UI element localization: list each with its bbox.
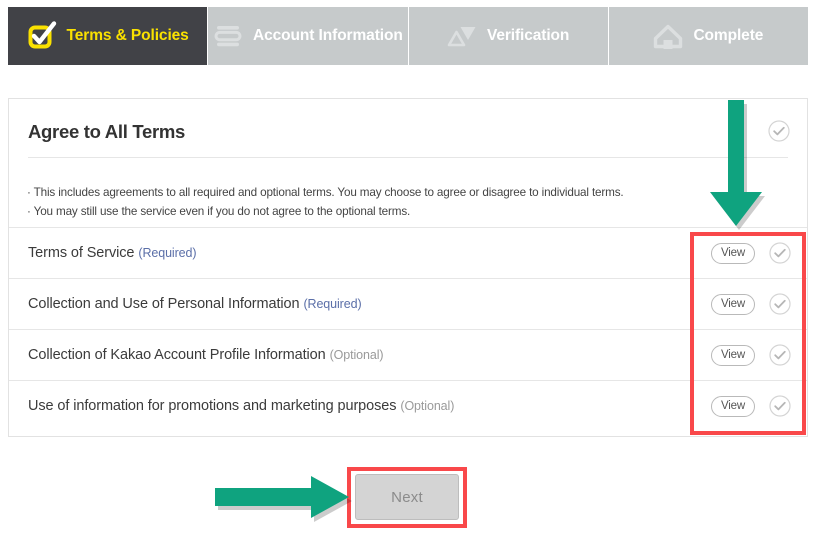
term-check-icon[interactable] <box>769 395 791 417</box>
wizard-step-tabs: Terms & Policies Account Information Ver… <box>8 7 808 65</box>
view-button[interactable]: View <box>711 242 755 264</box>
term-label: Use of information for promotions and ma… <box>28 398 397 414</box>
divider <box>28 157 788 158</box>
row-actions: View <box>711 228 791 278</box>
tab-verification[interactable]: Verification <box>408 7 609 65</box>
row-actions: View <box>711 279 791 329</box>
agree-all-header: Agree to All Terms <box>9 99 807 175</box>
tab-label: Verification <box>486 27 570 44</box>
term-row: Use of information for promotions and ma… <box>9 380 807 431</box>
view-button[interactable]: View <box>711 395 755 417</box>
term-tag: (Required) <box>138 246 197 260</box>
term-label: Terms of Service <box>28 245 135 261</box>
term-row: Collection and Use of Personal Informati… <box>9 278 807 329</box>
id-card-icon <box>213 21 243 51</box>
triangles-icon <box>447 21 477 51</box>
term-tag: (Optional) <box>400 399 455 413</box>
view-button[interactable]: View <box>711 293 755 315</box>
term-label: Collection of Kakao Account Profile Info… <box>28 347 326 363</box>
tab-label: Complete <box>693 27 764 44</box>
tab-terms-policies[interactable]: Terms & Policies <box>8 7 209 65</box>
tab-label: Account Information <box>253 27 403 44</box>
term-row: Terms of Service (Required) View <box>9 227 807 278</box>
agree-all-check-icon[interactable] <box>768 120 790 142</box>
next-button[interactable]: Next <box>355 474 459 520</box>
note-line: · This includes agreements to all requir… <box>27 186 624 199</box>
term-tag: (Optional) <box>329 348 384 362</box>
terms-panel: Agree to All Terms · This includes agree… <box>8 98 808 437</box>
row-actions: View <box>711 381 791 431</box>
row-actions: View <box>711 330 791 380</box>
term-check-icon[interactable] <box>769 293 791 315</box>
view-button[interactable]: View <box>711 344 755 366</box>
term-tag: (Required) <box>303 297 362 311</box>
checkbox-checked-icon <box>27 21 57 51</box>
agree-all-notes: · This includes agreements to all requir… <box>9 175 807 227</box>
term-check-icon[interactable] <box>769 344 791 366</box>
term-check-icon[interactable] <box>769 242 791 264</box>
tab-complete[interactable]: Complete <box>608 7 808 65</box>
home-icon <box>653 21 683 51</box>
page-title: Agree to All Terms <box>28 121 186 142</box>
note-line: · You may still use the service even if … <box>27 205 411 218</box>
tab-label: Terms & Policies <box>66 27 189 44</box>
term-label: Collection and Use of Personal Informati… <box>28 296 300 312</box>
annotation-arrow-right <box>215 476 360 522</box>
tab-account-information[interactable]: Account Information <box>208 7 409 65</box>
term-row: Collection of Kakao Account Profile Info… <box>9 329 807 380</box>
